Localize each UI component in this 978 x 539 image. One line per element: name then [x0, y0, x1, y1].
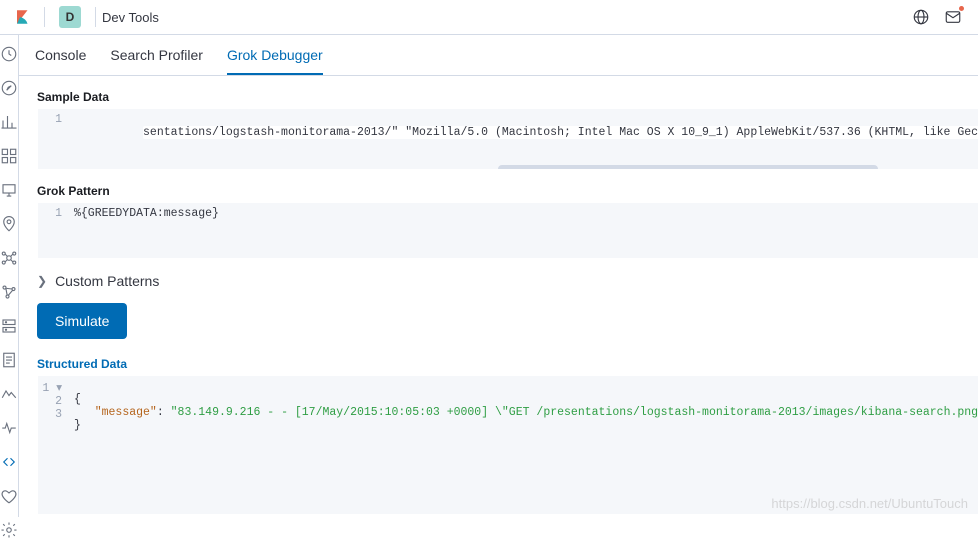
- editor-code: { "message": "83.149.9.216 - - [17/May/2…: [68, 376, 978, 514]
- globe-icon[interactable]: [912, 8, 930, 26]
- structured-data-label: Structured Data: [37, 357, 978, 371]
- main-panel: Console Search Profiler Grok Debugger Sa…: [19, 35, 978, 517]
- clock-icon[interactable]: [0, 45, 18, 63]
- structured-data-output[interactable]: 1 ▾ 2 3 { "message": "83.149.9.216 - - […: [37, 375, 978, 515]
- custom-patterns-accordion[interactable]: ❯ Custom Patterns: [37, 273, 978, 289]
- grok-pattern-label: Grok Pattern: [37, 184, 978, 198]
- chevron-right-icon: ❯: [37, 274, 47, 288]
- tabs: Console Search Profiler Grok Debugger: [19, 35, 978, 76]
- custom-patterns-label: Custom Patterns: [55, 273, 159, 289]
- ml-icon[interactable]: [0, 249, 18, 267]
- tab-grok-debugger[interactable]: Grok Debugger: [227, 47, 323, 75]
- notification-dot: [958, 5, 965, 12]
- sample-data-editor[interactable]: 1 sentations/logstash-monitorama-2013/" …: [37, 108, 978, 170]
- editor-code[interactable]: sentations/logstash-monitorama-2013/" "M…: [68, 109, 978, 169]
- topbar-actions: [912, 8, 970, 26]
- kibana-logo-icon[interactable]: [14, 8, 32, 26]
- infra-icon[interactable]: [0, 317, 18, 335]
- app-badge[interactable]: D: [59, 6, 81, 28]
- watermark: https://blog.csdn.net/UbuntuTouch: [771, 496, 968, 511]
- uptime-icon[interactable]: [0, 419, 18, 437]
- tab-search-profiler[interactable]: Search Profiler: [110, 47, 203, 75]
- canvas-icon[interactable]: [0, 181, 18, 199]
- divider: [44, 7, 45, 27]
- divider: [95, 7, 96, 27]
- dashboard-icon[interactable]: [0, 147, 18, 165]
- apm-icon[interactable]: [0, 385, 18, 403]
- editor-gutter: 1 ▾ 2 3: [38, 376, 68, 514]
- editor-gutter: 1: [38, 203, 68, 258]
- viz-icon[interactable]: [0, 113, 18, 131]
- compass-icon[interactable]: [0, 79, 18, 97]
- editor-code[interactable]: %{GREEDYDATA:message}: [68, 203, 978, 258]
- tab-console[interactable]: Console: [35, 47, 86, 75]
- devtools-icon[interactable]: [0, 453, 18, 471]
- top-bar: D Dev Tools: [0, 0, 978, 35]
- simulate-button[interactable]: Simulate: [37, 303, 127, 339]
- graph-icon[interactable]: [0, 283, 18, 301]
- side-nav: [0, 35, 19, 517]
- management-icon[interactable]: [0, 521, 18, 539]
- horizontal-scrollbar[interactable]: [498, 165, 878, 169]
- content-area: Sample Data 1 sentations/logstash-monito…: [19, 76, 978, 517]
- logs-icon[interactable]: [0, 351, 18, 369]
- monitoring-icon[interactable]: [0, 487, 18, 505]
- editor-gutter: 1: [38, 109, 68, 169]
- breadcrumb: Dev Tools: [102, 10, 159, 25]
- sample-data-label: Sample Data: [37, 90, 978, 104]
- grok-pattern-editor[interactable]: 1 %{GREEDYDATA:message}: [37, 202, 978, 259]
- newsfeed-icon[interactable]: [944, 8, 962, 26]
- maps-icon[interactable]: [0, 215, 18, 233]
